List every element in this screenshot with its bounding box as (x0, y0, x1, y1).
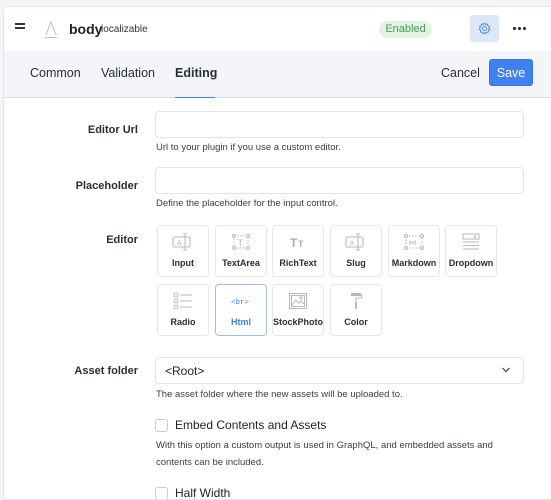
editor-option-color[interactable]: Color (330, 284, 382, 336)
editor-option-input[interactable]: A Input (157, 225, 209, 277)
svg-text:A: A (177, 240, 182, 247)
gear-icon (478, 22, 491, 35)
svg-text:md: md (409, 240, 417, 247)
markdown-icon: md (404, 234, 424, 250)
editor-option-label: Color (344, 317, 368, 327)
localizable-tag: localizable (101, 24, 148, 35)
string-field-icon (45, 20, 57, 38)
placeholder-label: Placeholder (75, 180, 138, 192)
editor-option-label: Input (172, 258, 194, 268)
embed-hint-line1: With this option a custom output is used… (156, 440, 493, 451)
editor-url-input[interactable] (155, 111, 524, 138)
textarea-icon: T (232, 234, 250, 250)
editor-option-stockphoto[interactable]: StockPhoto (272, 284, 324, 336)
editor-option-dropdown[interactable]: Dropdown (445, 225, 497, 277)
placeholder-input[interactable] (155, 167, 524, 194)
asset-folder-value: <Root> (165, 364, 205, 378)
asset-folder-select[interactable]: <Root> (155, 357, 524, 384)
editor-url-label: Editor Url (87, 124, 138, 136)
cancel-button[interactable]: Cancel (441, 66, 480, 80)
radio-icon (173, 292, 192, 310)
input-icon: A (172, 233, 191, 251)
chevron-down-icon (502, 367, 510, 373)
editor-option-markdown[interactable]: md Markdown (388, 225, 440, 277)
editor-option-textarea[interactable]: T TextArea (215, 225, 267, 277)
settings-button[interactable] (470, 15, 499, 42)
editor-option-label: Radio (170, 317, 196, 327)
more-horizontal-icon (512, 26, 516, 30)
editor-option-label: Markdown (391, 258, 437, 268)
drag-handle-icon[interactable] (15, 23, 25, 29)
tab-validation[interactable]: Validation (101, 66, 155, 98)
editor-url-hint: Url to your plugin if you use a custom e… (156, 142, 341, 153)
svg-text:a: a (350, 240, 354, 247)
tab-common[interactable]: Common (30, 66, 81, 98)
editor-option-label: StockPhoto (273, 317, 324, 327)
field-editor-panel: body localizable Enabled Common Validati… (3, 6, 551, 500)
editor-option-label: TextArea (222, 258, 260, 268)
embed-hint-line2: contents can be included. (156, 457, 264, 468)
slug-icon: a (345, 233, 364, 251)
asset-folder-hint: The asset folder where the new assets wi… (156, 389, 403, 400)
editor-option-label: RichText (279, 258, 317, 268)
field-name: body (69, 21, 103, 37)
editor-option-html[interactable]: <br> Html (215, 284, 267, 336)
dropdown-icon (462, 233, 480, 250)
editor-option-label: Slug (346, 258, 366, 268)
tab-bar: Common Validation Editing Cancel Save (4, 51, 551, 98)
richtext-icon: TT (290, 236, 304, 250)
field-header: body localizable Enabled (4, 7, 551, 51)
editor-label: Editor (106, 234, 138, 246)
more-dot (522, 26, 526, 30)
half-width-label[interactable]: Half Width (175, 486, 230, 499)
save-button[interactable]: Save (489, 59, 533, 86)
half-width-checkbox[interactable] (155, 487, 168, 499)
editor-option-label: Html (231, 317, 251, 327)
editor-option-radio[interactable]: Radio (157, 284, 209, 336)
svg-text:T: T (238, 238, 244, 248)
tab-editing[interactable]: Editing (175, 66, 217, 98)
embed-contents-checkbox[interactable] (155, 419, 168, 432)
embed-contents-label[interactable]: Embed Contents and Assets (175, 418, 326, 432)
asset-folder-label: Asset folder (74, 365, 138, 377)
more-dot (517, 26, 521, 30)
status-badge: Enabled (379, 21, 432, 38)
svg-text:<br>: <br> (231, 299, 250, 307)
editor-option-slug[interactable]: a Slug (330, 225, 382, 277)
html-icon: <br> (231, 299, 250, 307)
editor-option-label: Dropdown (448, 258, 494, 268)
stock-photo-icon (289, 293, 307, 309)
svg-text:T: T (290, 236, 298, 250)
placeholder-hint: Define the placeholder for the input con… (156, 198, 338, 209)
color-icon (351, 293, 363, 309)
more-options-button[interactable] (507, 20, 531, 36)
editor-option-richtext[interactable]: TT RichText (272, 225, 324, 277)
svg-text:T: T (298, 239, 304, 249)
